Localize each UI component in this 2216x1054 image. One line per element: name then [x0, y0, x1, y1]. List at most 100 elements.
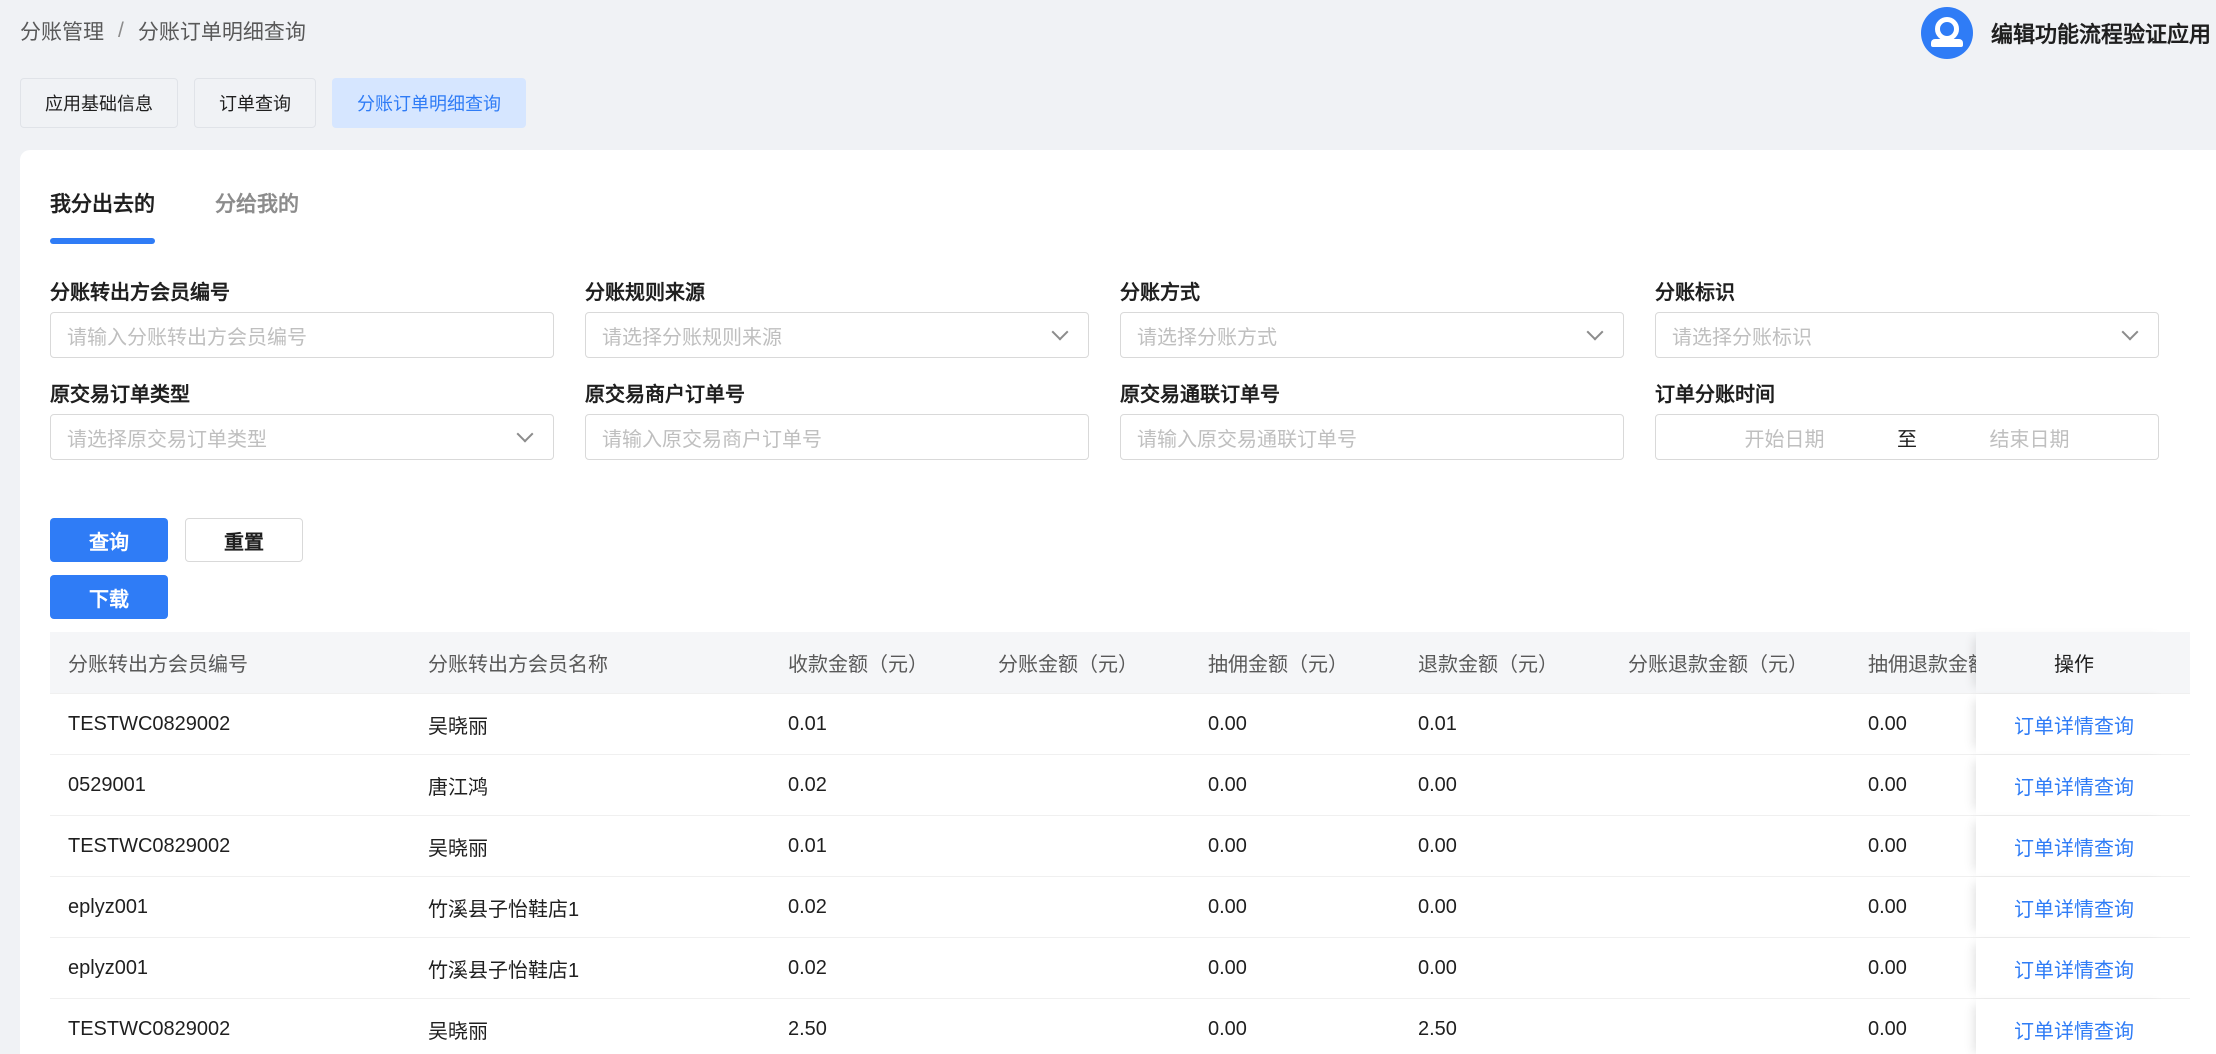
placeholder: 请输入原交易商户订单号 [602, 428, 822, 451]
rule-source-select[interactable]: 请选择分账规则来源 [585, 312, 1089, 358]
cell-action: 订单详情查询 [1976, 755, 2172, 815]
placeholder: 请选择原交易订单类型 [67, 428, 267, 451]
cell-commission-refund: 0.00 [1868, 895, 1907, 918]
filter-union-order: 原交易通联订单号 请输入原交易通联订单号 [1120, 378, 1624, 460]
cell-commission: 0.00 [1208, 895, 1247, 918]
column-header: 分账金额（元） [998, 654, 1138, 676]
flag-select[interactable]: 请选择分账标识 [1655, 312, 2159, 358]
chevron-down-icon [1586, 323, 1604, 341]
chevron-down-icon [516, 425, 534, 443]
filter-merchant-order: 原交易商户订单号 请输入原交易商户订单号 [585, 378, 1089, 460]
breadcrumb-current: 分账订单明细查询 [137, 21, 306, 44]
cell-receive: 0.02 [788, 956, 827, 979]
table-row: TESTWC0829002 吴晓丽 0.01 0.00 0.00 0.00 订单… [50, 816, 2190, 877]
order-detail-link[interactable]: 订单详情查询 [2014, 710, 2134, 739]
cell-receive: 0.02 [788, 773, 827, 796]
cell-receive: 2.50 [788, 1017, 827, 1040]
table-row: TESTWC0829002 吴晓丽 0.01 0.00 0.01 0.00 订单… [50, 694, 2190, 755]
cell-action: 订单详情查询 [1976, 999, 2172, 1054]
cell-commission: 0.00 [1208, 712, 1247, 735]
top-tabs: 应用基础信息 订单查询 分账订单明细查询 [20, 78, 526, 128]
cell-commission-refund: 0.00 [1868, 956, 1907, 979]
cell-commission: 0.00 [1208, 1017, 1247, 1040]
column-header: 收款金额（元） [788, 654, 928, 676]
reset-button[interactable]: 重置 [185, 518, 303, 562]
filter-label: 分账规则来源 [585, 282, 705, 304]
method-select[interactable]: 请选择分账方式 [1120, 312, 1624, 358]
filter-split-time: 订单分账时间 开始日期 至 结束日期 [1655, 378, 2159, 460]
cell-refund: 0.00 [1418, 895, 1457, 918]
column-header: 抽佣退款金额 [1868, 654, 1976, 676]
cell-refund: 0.00 [1418, 773, 1457, 796]
cell-commission-refund: 0.00 [1868, 773, 1907, 796]
cell-member-name: 吴晓丽 [428, 1020, 488, 1043]
order-type-select[interactable]: 请选择原交易订单类型 [50, 414, 554, 460]
breadcrumb: 分账管理 / 分账订单明细查询 [20, 16, 306, 46]
cell-member-no: TESTWC0829002 [68, 712, 231, 735]
filter-label: 分账方式 [1120, 282, 1200, 304]
user-menu[interactable]: 编辑功能流程验证应用 [1921, 6, 2216, 60]
chevron-down-icon [1051, 323, 1069, 341]
download-button[interactable]: 下载 [50, 575, 168, 619]
cell-member-name: 竹溪县子怡鞋店1 [428, 898, 580, 921]
user-name: 编辑功能流程验证应用 [1991, 22, 2212, 47]
cell-receive: 0.02 [788, 895, 827, 918]
filter-label: 订单分账时间 [1655, 384, 1775, 406]
order-detail-link[interactable]: 订单详情查询 [2014, 954, 2134, 983]
cell-commission: 0.00 [1208, 956, 1247, 979]
sub-tab-incoming[interactable]: 分给我的 [215, 188, 299, 244]
tab-order-query[interactable]: 订单查询 [194, 78, 316, 128]
cell-refund: 0.00 [1418, 834, 1457, 857]
cell-refund: 0.01 [1418, 712, 1457, 735]
filter-label: 分账标识 [1655, 282, 1735, 304]
table-header: 分账转出方会员编号 分账转出方会员名称 收款金额（元） 分账金额（元） 抽佣金额… [50, 632, 2190, 694]
cell-action: 订单详情查询 [1976, 816, 2172, 876]
date-range-picker[interactable]: 开始日期 至 结束日期 [1655, 414, 2159, 460]
date-range-separator: 至 [1897, 428, 1917, 451]
cell-member-no: TESTWC0829002 [68, 834, 231, 857]
cell-member-name: 吴晓丽 [428, 837, 488, 860]
end-date-input[interactable]: 结束日期 [1917, 423, 2142, 452]
order-detail-link[interactable]: 订单详情查询 [2014, 893, 2134, 922]
order-detail-link[interactable]: 订单详情查询 [2014, 832, 2134, 861]
filter-rule-source: 分账规则来源 请选择分账规则来源 [585, 276, 1089, 358]
split-order-table: 分账转出方会员编号 分账转出方会员名称 收款金额（元） 分账金额（元） 抽佣金额… [50, 632, 2190, 1054]
breadcrumb-separator: / [118, 19, 124, 42]
filter-member-no: 分账转出方会员编号 请输入分账转出方会员编号 [50, 276, 554, 358]
sub-tab-outgoing[interactable]: 我分出去的 [50, 188, 155, 244]
cell-commission: 0.00 [1208, 773, 1247, 796]
order-detail-link[interactable]: 订单详情查询 [2014, 771, 2134, 800]
cell-action: 订单详情查询 [1976, 694, 2172, 754]
cell-receive: 0.01 [788, 834, 827, 857]
cell-commission-refund: 0.00 [1868, 712, 1907, 735]
order-detail-link[interactable]: 订单详情查询 [2014, 1015, 2134, 1044]
table-row: eplyz001 竹溪县子怡鞋店1 0.02 0.00 0.00 0.00 订单… [50, 938, 2190, 999]
placeholder: 请选择分账标识 [1672, 326, 1812, 349]
placeholder: 请选择分账规则来源 [602, 326, 782, 349]
filter-flag: 分账标识 请选择分账标识 [1655, 276, 2159, 358]
placeholder: 请选择分账方式 [1137, 326, 1277, 349]
cell-action: 订单详情查询 [1976, 877, 2172, 937]
filter-method: 分账方式 请选择分账方式 [1120, 276, 1624, 358]
column-header: 分账退款金额（元） [1628, 654, 1808, 676]
query-button[interactable]: 查询 [50, 518, 168, 562]
union-order-input[interactable]: 请输入原交易通联订单号 [1120, 414, 1624, 460]
tab-app-info[interactable]: 应用基础信息 [20, 78, 178, 128]
sub-tabs: 我分出去的 分给我的 [50, 188, 299, 244]
cell-member-no: eplyz001 [68, 895, 149, 918]
cell-receive: 0.01 [788, 712, 827, 735]
merchant-order-input[interactable]: 请输入原交易商户订单号 [585, 414, 1089, 460]
start-date-input[interactable]: 开始日期 [1672, 423, 1897, 452]
cell-commission-refund: 0.00 [1868, 834, 1907, 857]
tab-split-order-detail[interactable]: 分账订单明细查询 [332, 78, 526, 128]
cell-member-name: 竹溪县子怡鞋店1 [428, 959, 580, 982]
breadcrumb-root[interactable]: 分账管理 [20, 16, 104, 46]
cell-member-no: eplyz001 [68, 956, 149, 979]
cell-commission-refund: 0.00 [1868, 1017, 1907, 1040]
cell-refund: 2.50 [1418, 1017, 1457, 1040]
member-no-input[interactable]: 请输入分账转出方会员编号 [50, 312, 554, 358]
cell-commission: 0.00 [1208, 834, 1247, 857]
cell-member-name: 唐江鸿 [428, 776, 488, 799]
filter-label: 原交易商户订单号 [585, 384, 745, 406]
table-row: TESTWC0829002 吴晓丽 2.50 0.00 2.50 0.00 订单… [50, 999, 2190, 1054]
